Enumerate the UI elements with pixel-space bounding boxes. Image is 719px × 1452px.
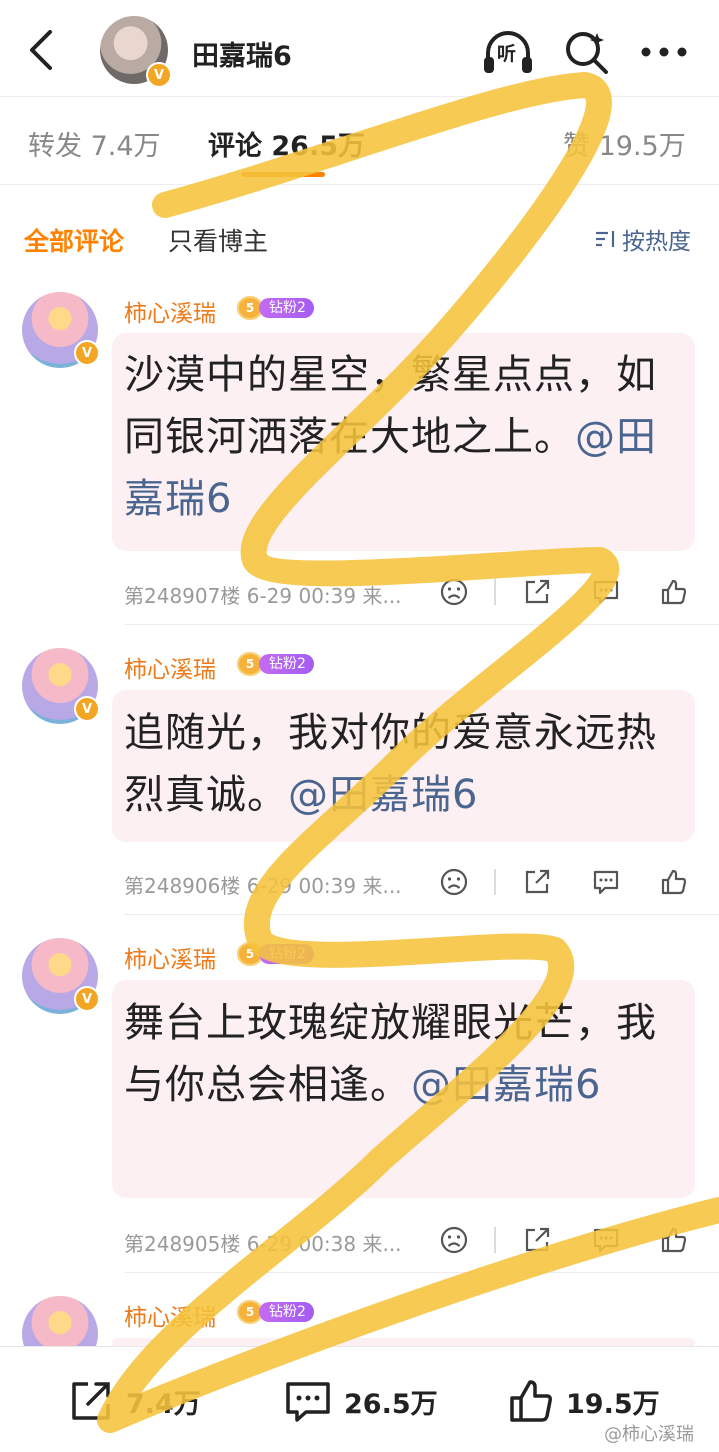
fan-badge-label: 钻粉2 [259, 944, 314, 964]
back-button[interactable] [20, 24, 64, 76]
sad-face-icon [440, 578, 468, 606]
like-button[interactable] [656, 1222, 692, 1258]
commenter-name[interactable]: 柿心溪瑞 [124, 940, 216, 974]
verified-badge-icon: V [74, 696, 100, 722]
comment-icon [593, 580, 619, 605]
listen-button[interactable]: 听 [480, 24, 536, 80]
comment-separator [124, 624, 719, 625]
sort-label: 按热度 [622, 229, 691, 255]
commenter-name[interactable]: 柿心溪瑞 [124, 294, 216, 328]
comment-icon [593, 1228, 619, 1253]
fan-badge: 5 钻粉2 [237, 942, 314, 966]
fan-badge-label: 钻粉2 [259, 654, 314, 674]
fan-badge: 5 钻粉2 [237, 296, 314, 320]
dislike-button[interactable] [436, 574, 472, 610]
divider [494, 579, 496, 605]
comment-text[interactable]: 沙漠中的星空，繁星点点，如同银河洒落在大地之上。@田嘉瑞6 [124, 344, 669, 530]
verified-badge-icon: V [74, 340, 100, 366]
repost-button[interactable]: 7.4万 [66, 1376, 201, 1426]
mention-link[interactable]: @田嘉瑞6 [288, 772, 478, 818]
search-button[interactable] [558, 24, 614, 80]
comment-meta: 第248906楼 6-29 00:39 来... [124, 870, 402, 899]
more-button[interactable] [636, 24, 692, 80]
search-icon [566, 32, 608, 74]
filter-blogger-only[interactable]: 只看博主 [168, 222, 268, 258]
share-button[interactable] [519, 574, 555, 610]
fan-badge: 5 钻粉2 [237, 1300, 314, 1324]
watermark: @柿心溪瑞 [604, 1424, 694, 1445]
comment-count: 26.5万 [344, 1388, 438, 1420]
dislike-button[interactable] [436, 1222, 472, 1258]
share-icon [525, 869, 550, 894]
comment-time: 6-29 00:39 [246, 874, 357, 898]
verified-badge-icon: V [146, 62, 172, 88]
active-tab-indicator [241, 172, 325, 177]
comment-time: 6-29 00:39 [246, 584, 357, 608]
floor-number: 第248905楼 [124, 1232, 241, 1256]
like-button[interactable]: 19.5万 [506, 1376, 660, 1426]
thumbs-up-icon [661, 869, 687, 895]
comment-text[interactable]: 追随光，我对你的爱意永远热烈真诚。@田嘉瑞6 [124, 702, 669, 826]
commenter-avatar[interactable]: V [22, 648, 100, 724]
dislike-button[interactable] [436, 864, 472, 900]
sad-face-icon [440, 1226, 468, 1254]
share-button[interactable] [519, 864, 555, 900]
fan-badge-label: 钻粉2 [259, 1302, 314, 1322]
sad-face-icon [440, 868, 468, 896]
floor-number: 第248906楼 [124, 874, 241, 898]
reply-button[interactable] [588, 1222, 624, 1258]
commenter-avatar[interactable]: V [22, 292, 100, 368]
tab-comments[interactable]: 评论 26.5万 [208, 124, 365, 163]
more-icon [641, 47, 687, 57]
comment-icon [286, 1382, 330, 1422]
like-button[interactable] [656, 574, 692, 610]
comment-meta: 第248905楼 6-29 00:38 来... [124, 1228, 402, 1257]
commenter-name[interactable]: 柿心溪瑞 [124, 1298, 216, 1332]
share-icon [72, 1382, 110, 1420]
chevron-left-icon [30, 30, 52, 70]
listen-label: 听 [497, 43, 517, 65]
commenter-name[interactable]: 柿心溪瑞 [124, 650, 216, 684]
tab-reposts[interactable]: 转发 7.4万 [28, 124, 161, 163]
floor-number: 第248907楼 [124, 584, 241, 608]
share-button[interactable] [519, 1222, 555, 1258]
verified-badge-icon: V [74, 986, 100, 1012]
fan-badge: 5 钻粉2 [237, 652, 314, 676]
filter-all-comments[interactable]: 全部评论 [24, 222, 124, 258]
repost-count: 7.4万 [126, 1388, 201, 1420]
comment-source: 来... [362, 1232, 402, 1256]
divider [494, 869, 496, 895]
comment-separator [124, 1272, 719, 1273]
fan-badge-label: 钻粉2 [259, 298, 314, 318]
profile-avatar[interactable]: V [100, 16, 172, 88]
tab-likes[interactable]: 赞 19.5万 [563, 124, 686, 163]
commenter-avatar[interactable]: V [22, 938, 100, 1014]
like-count: 19.5万 [566, 1388, 660, 1420]
comment-time: 6-29 00:38 [246, 1232, 357, 1256]
comment-meta: 第248907楼 6-29 00:39 来... [124, 580, 402, 609]
reply-button[interactable] [588, 574, 624, 610]
comment-text[interactable]: 舞台上玫瑰绽放耀眼光芒，我与你总会相逢。@田嘉瑞6 [124, 992, 669, 1116]
share-icon [525, 1227, 550, 1252]
comment-separator [124, 914, 719, 915]
divider [494, 1227, 496, 1253]
reply-button[interactable] [588, 864, 624, 900]
sort-by-hot-button[interactable]: 按热度 [594, 222, 691, 256]
comment-source: 来... [362, 874, 402, 898]
comment-button[interactable]: 26.5万 [282, 1376, 438, 1426]
thumbs-up-icon [661, 579, 687, 605]
share-icon [525, 579, 550, 604]
thumbs-up-icon [661, 1227, 687, 1253]
comment-icon [593, 870, 619, 895]
profile-name[interactable]: 田嘉瑞6 [192, 34, 292, 73]
comment-source: 来... [362, 584, 402, 608]
thumbs-up-icon [510, 1380, 552, 1422]
like-button[interactable] [656, 864, 692, 900]
mention-link[interactable]: @田嘉瑞6 [411, 1062, 601, 1108]
sort-icon [596, 231, 615, 247]
